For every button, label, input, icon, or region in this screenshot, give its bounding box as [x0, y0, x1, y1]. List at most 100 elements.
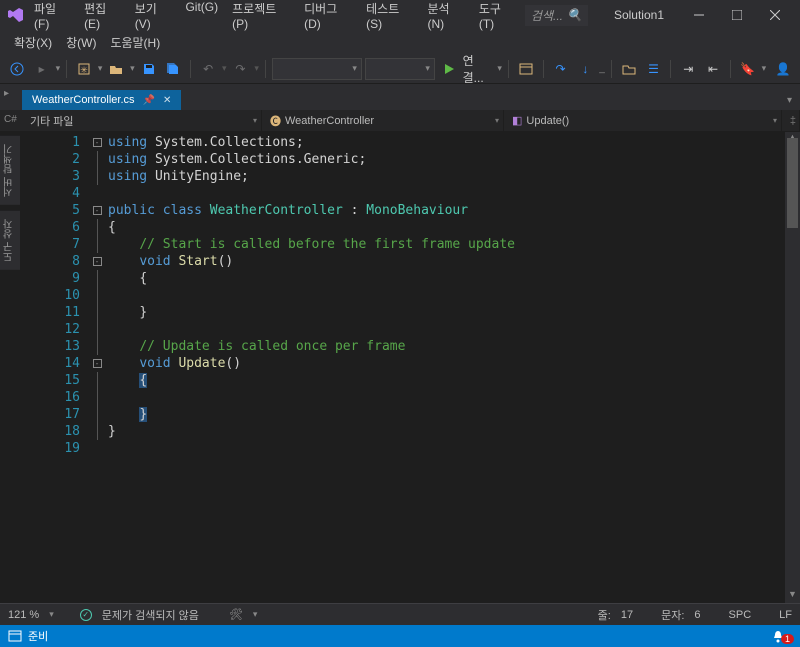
menu-analyze[interactable]: 분석(N): [421, 0, 470, 35]
notifications-button[interactable]: 1: [771, 628, 794, 644]
code-line[interactable]: // Update is called once per frame: [108, 338, 785, 355]
step-into-icon[interactable]: ↓: [574, 58, 596, 80]
close-button[interactable]: [758, 1, 792, 29]
menu-window[interactable]: 창(W): [60, 30, 102, 55]
list-icon[interactable]: ☰: [643, 58, 665, 80]
issues-text[interactable]: 문제가 검색되지 않음: [102, 607, 199, 623]
sidetab-server-explorer[interactable]: 서버 탐색기: [0, 136, 20, 205]
line-number: 5: [38, 202, 80, 219]
menu-git[interactable]: Git(G): [179, 0, 224, 35]
tab-dropdown-icon[interactable]: ▾: [779, 91, 800, 110]
tab-weathercontroller[interactable]: WeatherController.cs 📌 ✕: [22, 90, 181, 110]
svg-text:✳: ✳: [80, 65, 88, 75]
undo-button[interactable]: ↶: [197, 58, 219, 80]
bookmark-icon[interactable]: 🔖: [737, 58, 759, 80]
search-icon: 🔍: [567, 8, 582, 22]
nav-project[interactable]: 기타 파일: [22, 110, 262, 131]
line-number: 3: [38, 168, 80, 185]
menu-project[interactable]: 프로젝트(P): [226, 0, 296, 35]
line-number: 7: [38, 236, 80, 253]
line-number: 1: [38, 134, 80, 151]
col-value[interactable]: 6: [694, 609, 700, 621]
code-line[interactable]: // Start is called before the first fram…: [108, 236, 785, 253]
open-file-button[interactable]: [105, 58, 127, 80]
window-icon[interactable]: [8, 629, 22, 643]
maximize-button[interactable]: [720, 1, 754, 29]
search-input[interactable]: 검색... 🔍: [525, 5, 588, 26]
menu-tools[interactable]: 도구(T): [473, 0, 521, 35]
code-area[interactable]: using System.Collections;using System.Co…: [104, 132, 785, 603]
code-line[interactable]: public class WeatherController : MonoBeh…: [108, 202, 785, 219]
tab-sidepin-icon[interactable]: ▸: [4, 88, 9, 99]
step-over-icon[interactable]: ↷: [550, 58, 572, 80]
menu-extensions[interactable]: 확장(X): [8, 30, 58, 55]
platform-combo[interactable]: [365, 58, 435, 80]
live-share-icon[interactable]: 👤: [772, 58, 794, 80]
indent-icon[interactable]: ⇥: [677, 58, 699, 80]
save-all-button[interactable]: [162, 58, 184, 80]
code-line[interactable]: {: [108, 270, 785, 287]
line-value[interactable]: 17: [621, 609, 633, 621]
nav-back-button[interactable]: [6, 58, 28, 80]
zoom-level[interactable]: 121 %: [8, 609, 39, 621]
fold-marker[interactable]: -: [90, 355, 104, 372]
nav-member[interactable]: ◧ Update(): [504, 110, 782, 131]
code-line[interactable]: [108, 321, 785, 338]
save-button[interactable]: [138, 58, 160, 80]
fold-marker[interactable]: -: [90, 253, 104, 270]
run-label[interactable]: 연결...: [463, 52, 495, 86]
tab-close-icon[interactable]: ✕: [163, 95, 171, 106]
scroll-down-icon[interactable]: ▼: [785, 589, 800, 603]
line-number: 14: [38, 355, 80, 372]
code-line[interactable]: using System.Collections;: [108, 134, 785, 151]
menu-help[interactable]: 도움말(H): [104, 30, 166, 55]
code-line[interactable]: [108, 287, 785, 304]
solution-name: Solution1: [614, 8, 664, 22]
screwdriver-icon[interactable]: 🛠: [229, 608, 243, 621]
csharp-file-icon: C#: [4, 114, 17, 125]
fold-marker[interactable]: -: [90, 134, 104, 151]
code-line[interactable]: [108, 440, 785, 457]
line-number: 13: [38, 338, 80, 355]
folder-icon[interactable]: [618, 58, 640, 80]
run-button[interactable]: [438, 58, 460, 80]
line-number: 8: [38, 253, 80, 270]
code-navbar: C# 기타 파일 🅒 WeatherController ◧ Update(): [0, 110, 800, 132]
code-line[interactable]: {: [108, 219, 785, 236]
code-line[interactable]: }: [108, 406, 785, 423]
tab-pin-icon[interactable]: 📌: [143, 95, 155, 106]
redo-button[interactable]: ↷: [230, 58, 252, 80]
code-editor[interactable]: 12345678910111213141516171819 ---- using…: [20, 132, 800, 603]
code-line[interactable]: void Update(): [108, 355, 785, 372]
spc-indicator[interactable]: SPC: [729, 609, 752, 621]
menu-debug[interactable]: 디버그(D): [298, 0, 358, 35]
fold-marker[interactable]: -: [90, 202, 104, 219]
nav-class[interactable]: 🅒 WeatherController: [262, 110, 504, 131]
code-line[interactable]: using UnityEngine;: [108, 168, 785, 185]
code-line[interactable]: using System.Collections.Generic;: [108, 151, 785, 168]
scroll-thumb[interactable]: [787, 138, 798, 228]
sidetab-toolbox[interactable]: 도구 상자: [0, 211, 20, 270]
code-line[interactable]: }: [108, 423, 785, 440]
code-line[interactable]: [108, 389, 785, 406]
no-issues-icon: ✓: [80, 609, 92, 621]
line-number: 9: [38, 270, 80, 287]
tool-window-icon[interactable]: [515, 58, 537, 80]
code-line[interactable]: [108, 185, 785, 202]
toolbar: ▸ ▾ ✳ ▾ ▾ ↶ ▾ ↷ ▾ 연결... ▾ ↷ ↓ _ ☰ ⇥ ⇤ 🔖 …: [0, 54, 800, 84]
fold-marker: [90, 151, 104, 168]
vertical-scrollbar[interactable]: ▲ ▼: [785, 132, 800, 603]
config-combo[interactable]: [272, 58, 362, 80]
outdent-icon[interactable]: ⇤: [702, 58, 724, 80]
minimize-button[interactable]: [682, 1, 716, 29]
fold-gutter[interactable]: - - - -: [90, 132, 104, 603]
fold-marker: [90, 406, 104, 423]
code-line[interactable]: {: [108, 372, 785, 389]
nav-fwd-button[interactable]: ▸: [31, 58, 53, 80]
menu-test[interactable]: 테스트(S): [360, 0, 419, 35]
new-item-button[interactable]: ✳: [73, 58, 95, 80]
lf-indicator[interactable]: LF: [779, 609, 792, 621]
code-line[interactable]: }: [108, 304, 785, 321]
code-line[interactable]: void Start(): [108, 253, 785, 270]
nav-split-toggle[interactable]: [782, 110, 800, 131]
